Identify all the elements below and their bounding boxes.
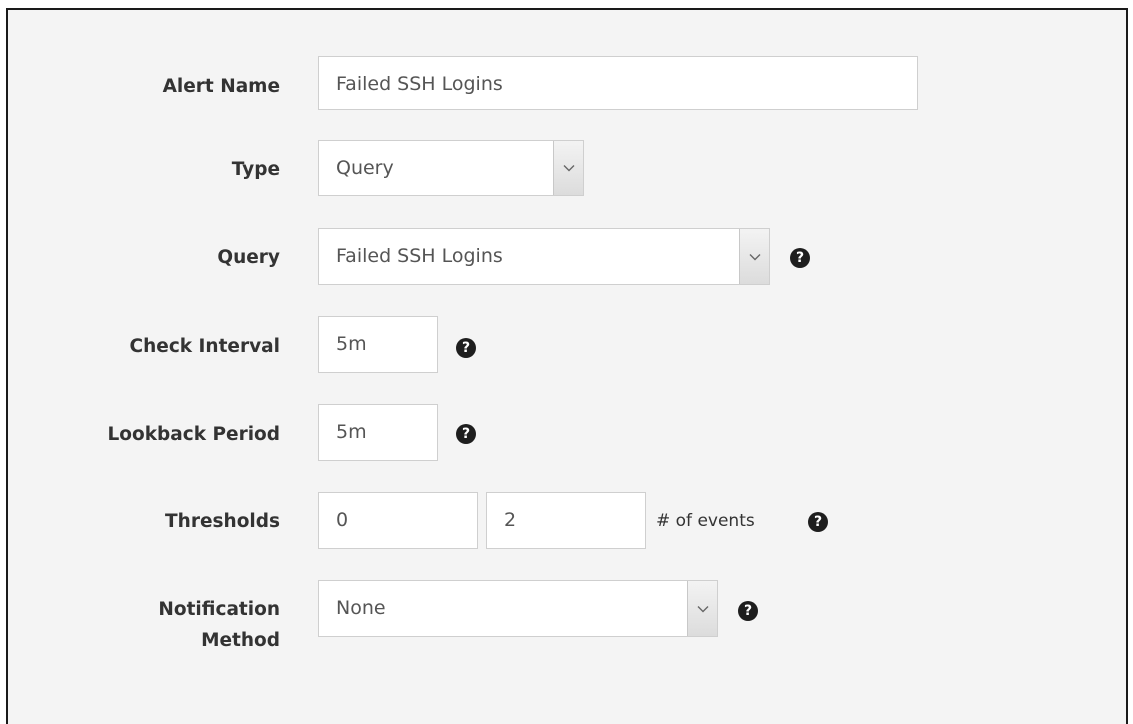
thresholds-label: Thresholds — [165, 511, 280, 532]
lookback-period-label: Lookback Period — [107, 424, 280, 445]
type-selected-value: Query — [336, 157, 394, 179]
threshold-max-input[interactable]: 2 — [486, 492, 646, 549]
check-interval-input[interactable]: 5m — [318, 316, 438, 373]
alert-name-label: Alert Name — [162, 76, 280, 97]
lookback-period-input[interactable]: 5m — [318, 404, 438, 461]
query-help-icon[interactable]: ? — [790, 248, 810, 268]
threshold-unit-label: # of events — [656, 511, 755, 531]
thresholds-help-icon[interactable]: ? — [808, 512, 828, 532]
chevron-down-icon[interactable] — [739, 229, 769, 284]
notification-method-help-icon[interactable]: ? — [738, 601, 758, 621]
notification-method-select[interactable]: None — [318, 580, 718, 637]
threshold-min-input[interactable]: 0 — [318, 492, 478, 549]
type-label: Type — [231, 159, 280, 180]
notification-method-label-line1: Notification — [158, 599, 280, 620]
query-select[interactable]: Failed SSH Logins — [318, 228, 770, 285]
check-interval-help-icon[interactable]: ? — [456, 338, 476, 358]
type-select[interactable]: Query — [318, 140, 584, 196]
notification-method-label-line2: Method — [201, 630, 280, 651]
chevron-down-icon[interactable] — [553, 141, 583, 195]
query-label: Query — [217, 247, 280, 268]
chevron-down-icon[interactable] — [687, 581, 717, 636]
lookback-period-help-icon[interactable]: ? — [456, 424, 476, 444]
alert-form-panel: Alert Name Failed SSH Logins Type Query … — [6, 8, 1128, 724]
notification-method-selected-value: None — [336, 597, 386, 619]
check-interval-label: Check Interval — [129, 336, 280, 357]
query-selected-value: Failed SSH Logins — [336, 245, 503, 267]
alert-name-input[interactable]: Failed SSH Logins — [318, 56, 918, 110]
